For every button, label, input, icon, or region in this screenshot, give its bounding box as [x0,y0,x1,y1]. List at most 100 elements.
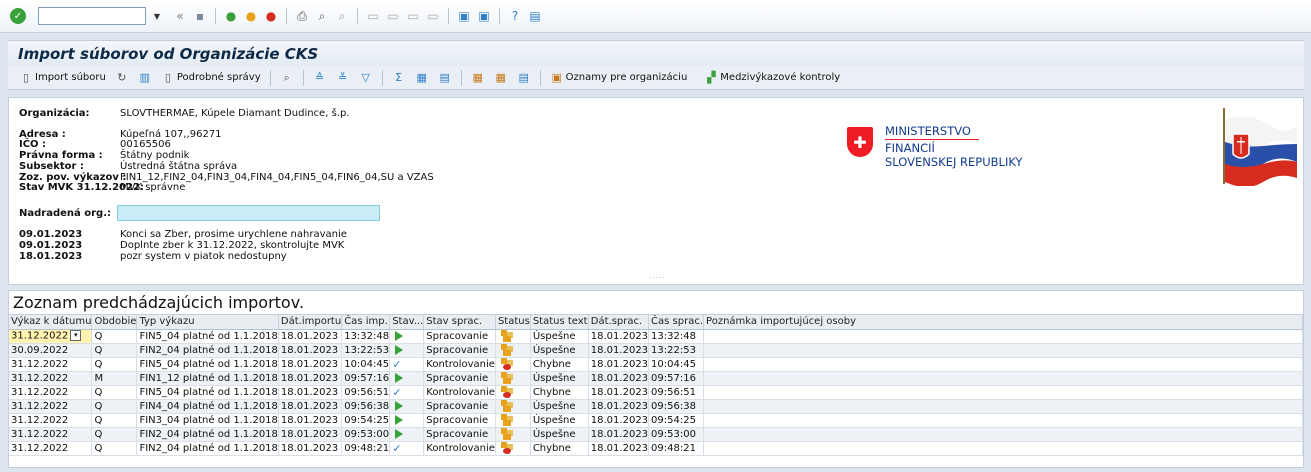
value-help-icon[interactable]: ▾ [70,330,82,342]
report-date-cell[interactable]: 30.09.2022 [9,343,93,358]
report-date-cell[interactable]: 31.12.2022 [9,385,93,400]
column-header[interactable]: Typ výkazu [136,315,279,330]
sort-asc-button[interactable]: ≙ [310,69,330,87]
table-row[interactable]: 31.12.2022 Q FIN3_04 platné od 1.1.2018 18.… [9,413,1303,428]
processing-date-cell: 18.01.2023 [588,343,650,358]
processing-date-cell: 18.01.2023 [588,329,650,344]
command-dropdown-icon[interactable]: ▼ [150,7,164,25]
import-time-cell: 09:48:21 [341,441,391,456]
command-field[interactable] [38,7,146,25]
notice-date: 09.01.2023 [19,229,83,240]
note-cell [703,413,1303,428]
report-date-cell[interactable]: 31.12.2022 [9,357,93,372]
table-row[interactable]: 31.12.2022 Q FIN5_04 platné od 1.1.2018 18.… [9,357,1303,372]
state-cell: Spracovanie [423,427,496,442]
import-time-cell: 09:54:25 [341,413,391,428]
find-icon[interactable]: ⌕ [314,8,330,24]
enter-icon[interactable]: ✓ [10,8,26,24]
import-button[interactable]: ▯ Import súboru [16,69,109,87]
table-row[interactable]: 31.12.2022 Q FIN2_04 platné od 1.1.2018 18.… [9,441,1303,456]
status-icon-cell [495,427,531,442]
system-toolbar: ✓ ▼ « ▪ ● ● ● ⎙ ⌕ ⌕ ▭ ▭ ▭ ▭ ▣ ▣ ? ▤ [0,0,1311,33]
processing-date-cell: 18.01.2023 [588,385,650,400]
report-date-cell[interactable]: 31.12.2022 ▾ [9,329,93,344]
table-row[interactable]: 31.12.2022 ▾ Q FIN5_04 platné od 1.1.2018 18… [9,329,1303,344]
find-next-icon[interactable]: ⌕ [334,8,350,24]
print-preview-button[interactable]: ▤ [435,69,455,87]
export-button[interactable]: ▤ [514,69,534,87]
details-button[interactable]: ⌕ [277,69,297,87]
column-header[interactable]: Dát.importu [278,315,343,330]
new-session-icon[interactable]: ▣ [456,8,472,24]
report-date-cell[interactable]: 31.12.2022 [9,371,93,386]
cross-check-button-label: Medzivýkazové kontroly [720,72,841,83]
layout-button[interactable]: ▦ [468,69,488,87]
column-header[interactable]: Stav sprac. [423,315,496,330]
note-cell [703,399,1303,414]
status-icon-cell [495,343,531,358]
delete-button[interactable]: ▥ [135,69,155,87]
next-page-icon[interactable]: ▭ [405,8,421,24]
choose-layout-button[interactable]: ▦ [491,69,511,87]
period-cell: Q [91,343,138,358]
column-header[interactable]: Obdobie [91,315,138,330]
column-header[interactable]: Výkaz k dátumu [9,315,93,330]
status-text-cell: Úspešne [530,427,589,442]
status-error-icon [500,442,513,454]
collapse-icon[interactable]: « [172,8,188,24]
back-icon[interactable]: ● [223,8,239,24]
table-row[interactable]: 31.12.2022 Q FIN5_04 platné od 1.1.2018 18.… [9,385,1303,400]
parent-org-field[interactable] [117,205,380,221]
column-header[interactable]: Čas sprac. [648,315,705,330]
column-header[interactable]: Status text [530,315,589,330]
first-page-icon[interactable]: ▭ [365,8,381,24]
sort-desc-button[interactable]: ≚ [333,69,353,87]
cancel-icon[interactable]: ● [263,8,279,24]
notices-button[interactable]: ▣ Oznamy pre organizáciu [547,69,691,87]
print-icon[interactable]: ⎙ [294,8,310,24]
column-header[interactable]: Čas imp. [341,315,391,330]
period-cell: M [91,371,138,386]
table-row[interactable]: 31.12.2022 M FIN1_12 platné od 1.1.2018 18.… [9,371,1303,386]
filter-button[interactable]: ▽ [356,69,376,87]
prev-page-icon[interactable]: ▭ [385,8,401,24]
import-time-cell: 09:56:38 [341,399,391,414]
shortcut-icon[interactable]: ▣ [476,8,492,24]
column-header[interactable]: Status [495,315,531,330]
table-row[interactable]: 31.12.2022 Q FIN2_04 platné od 1.1.2018 18.… [9,427,1303,442]
report-date-cell[interactable]: 31.12.2022 [9,427,93,442]
report-date-cell[interactable]: 31.12.2022 [9,399,93,414]
subtotal-button[interactable]: ▦ [412,69,432,87]
detail-messages-button[interactable]: ▯ Podrobné správy [158,69,264,87]
report-date-cell[interactable]: 31.12.2022 [9,441,93,456]
column-header[interactable]: Dát.sprac. [588,315,650,330]
report-date-cell[interactable]: 31.12.2022 [9,413,93,428]
processing-time-cell: 13:32:48 [648,329,705,344]
org-label: Organizácia: [19,108,90,119]
last-page-icon[interactable]: ▭ [425,8,441,24]
org-value: SLOVTHERMAE, Kúpele Diamant Dudince, š.p… [120,108,350,119]
exit-icon[interactable]: ● [243,8,259,24]
layout-icon[interactable]: ▤ [527,8,543,24]
help-icon[interactable]: ? [507,8,523,24]
status-ok-icon [500,372,513,384]
splitter-handle[interactable]: ····· [649,274,665,282]
table-row[interactable]: 30.09.2022 Q FIN2_04 platné od 1.1.2018 18.… [9,343,1303,358]
table-row[interactable]: 31.12.2022 Q FIN4_04 platné od 1.1.2018 18.… [9,399,1303,414]
save-icon[interactable]: ▪ [192,8,208,24]
list-title-bar: Zoznam predchádzajúcich importov. [8,290,1304,314]
processing-date-cell: 18.01.2023 [588,399,650,414]
column-header[interactable]: Poznámka importujúcej osoby [703,315,1303,330]
print-preview-icon: ▤ [439,71,450,84]
column-header[interactable]: Stav... [389,315,425,330]
status-ok-icon [500,400,513,412]
refresh-button[interactable]: ↻ [112,69,132,87]
separator [269,69,271,86]
cross-check-button[interactable]: ▞ Medzivýkazové kontroly [701,69,843,87]
sum-button[interactable]: Σ [389,69,409,87]
processing-icon [395,400,404,411]
processing-time-cell: 13:22:53 [648,343,705,358]
trash-icon: ▥ [139,71,151,84]
ministry-logo: ✚ MINISTERSTVO FINANCIÍ SLOVENSKEJ REPUB… [847,124,1047,170]
parent-org-label: Nadradená org.: [19,208,112,219]
